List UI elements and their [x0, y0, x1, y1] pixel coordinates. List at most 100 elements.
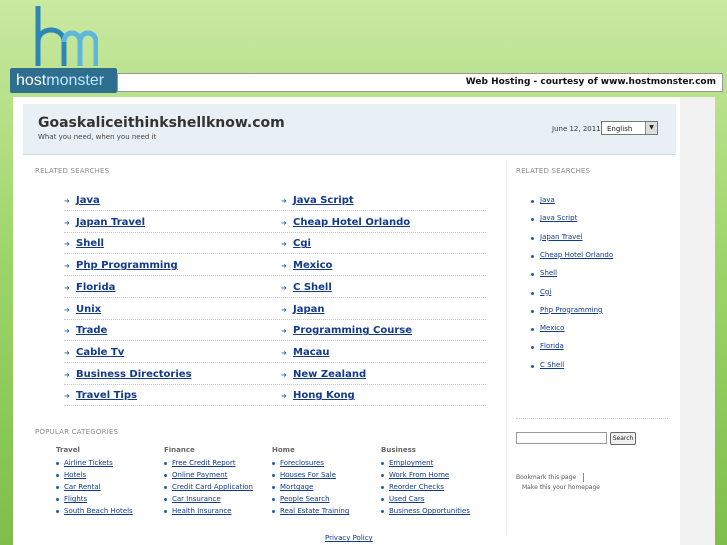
sidebar-link[interactable]: Php Programming — [540, 306, 603, 314]
category-link[interactable]: South Beach Hotels — [64, 507, 133, 515]
category-link[interactable]: Foreclosures — [280, 459, 324, 467]
chevron-down-icon[interactable]: ▼ — [645, 122, 657, 134]
sidebar-related-label: RELATED SEARCHES — [516, 167, 591, 175]
arrow-icon: ➜ — [281, 305, 287, 314]
sidebar-divider — [516, 418, 668, 419]
related-link-left[interactable]: Florida — [76, 282, 115, 293]
category-heading: Business — [381, 446, 416, 454]
sidebar-link[interactable]: Java Script — [540, 214, 577, 222]
row-divider — [64, 361, 486, 363]
sidebar-link[interactable]: Florida — [540, 342, 564, 350]
related-link-right[interactable]: C Shell — [293, 282, 332, 293]
arrow-icon: ➜ — [64, 348, 70, 357]
category-link[interactable]: Used Cars — [389, 495, 424, 503]
category-link[interactable]: Car Insurance — [172, 495, 221, 503]
sidebar-link[interactable]: C Shell — [540, 361, 564, 369]
related-link-right[interactable]: New Zealand — [293, 369, 366, 380]
sidebar-link[interactable]: Shell — [540, 269, 557, 277]
category-link[interactable]: People Search — [280, 495, 330, 503]
related-link-right[interactable]: Mexico — [293, 260, 332, 271]
arrow-icon: ➜ — [64, 305, 70, 314]
homepage-link[interactable]: Make this your homepage — [522, 484, 600, 491]
arrow-icon: ➜ — [281, 197, 287, 205]
related-link-right[interactable]: Cheap Hotel Orlando — [293, 217, 410, 228]
arrow-icon: ➜ — [64, 262, 70, 271]
related-link-right[interactable]: Cgi — [293, 238, 311, 249]
arrow-icon: ➜ — [64, 240, 70, 249]
bookmark-link[interactable]: Bookmark this page — [516, 474, 576, 481]
bullet-icon — [531, 254, 534, 258]
sidebar-link[interactable]: Cgi — [540, 288, 551, 296]
header: hostmonster Web Hosting - courtesy of ww… — [0, 0, 727, 97]
category-link[interactable]: Free Credit Report — [172, 459, 236, 467]
logo-monster-text: monster — [46, 72, 105, 89]
related-link-left[interactable]: Japan Travel — [76, 217, 145, 228]
bullet-icon — [381, 462, 384, 465]
category-link[interactable]: Health Insurance — [172, 507, 232, 515]
category-link[interactable]: Houses For Sale — [280, 471, 336, 479]
arrow-icon: ➜ — [64, 197, 70, 205]
hosting-banner[interactable]: Web Hosting - courtesy of www.hostmonste… — [117, 73, 723, 92]
category-link[interactable]: Car Rental — [64, 483, 101, 491]
category-link[interactable]: Reorder Checks — [389, 483, 444, 491]
arrow-icon: ➜ — [64, 370, 70, 379]
arrow-icon: ➜ — [64, 327, 70, 336]
category-link[interactable]: Credit Card Application — [172, 483, 253, 491]
separator — [583, 473, 584, 482]
related-link-left[interactable]: Php Programming — [76, 260, 178, 271]
category-link[interactable]: Airline Tickets — [64, 459, 113, 467]
bullet-icon — [56, 462, 59, 465]
content-panel — [13, 97, 715, 545]
logo-host-text: host — [16, 72, 47, 89]
search-button[interactable]: Search — [610, 432, 636, 445]
row-divider — [64, 405, 486, 407]
category-link[interactable]: Work From Home — [389, 471, 449, 479]
row-divider — [64, 340, 486, 342]
row-divider — [64, 210, 486, 211]
related-link-right[interactable]: Hong Kong — [293, 390, 355, 401]
sidebar-link[interactable]: Japan Travel — [540, 233, 583, 241]
row-divider — [64, 318, 486, 320]
arrow-icon: ➜ — [281, 240, 287, 249]
search-input[interactable] — [516, 432, 607, 444]
site-subtitle: What you need, when you need it — [38, 133, 157, 141]
category-link[interactable]: Real Estate Training — [280, 507, 349, 515]
sidebar-link[interactable]: Mexico — [540, 324, 564, 332]
arrow-icon: ➜ — [64, 392, 70, 401]
category-link[interactable]: Business Opportunities — [389, 507, 470, 515]
hostmonster-logo[interactable]: hostmonster — [10, 68, 117, 93]
arrow-icon: ➜ — [281, 348, 287, 357]
privacy-policy-link[interactable]: Privacy Policy — [325, 534, 373, 542]
sidebar-link[interactable]: Cheap Hotel Orlando — [540, 251, 613, 259]
related-link-right[interactable]: Java Script — [293, 195, 354, 206]
related-link-left[interactable]: Trade — [76, 325, 107, 336]
date-text: June 12, 2011 — [552, 125, 601, 133]
category-heading: Finance — [164, 446, 195, 454]
category-link[interactable]: Flights — [64, 495, 87, 503]
related-link-left[interactable]: Cable Tv — [76, 347, 124, 358]
language-select[interactable]: English ▼ — [601, 121, 658, 135]
category-link[interactable]: Employment — [389, 459, 433, 467]
related-link-left[interactable]: Shell — [76, 238, 104, 249]
category-link[interactable]: Hotels — [64, 471, 86, 479]
related-link-left[interactable]: Travel Tips — [76, 390, 137, 401]
related-link-right[interactable]: Japan — [293, 304, 325, 315]
bullet-icon — [531, 236, 534, 240]
row-divider — [64, 296, 486, 298]
related-link-left[interactable]: Business Directories — [76, 369, 192, 380]
popular-categories-label: POPULAR CATEGORIES — [35, 428, 119, 436]
category-link[interactable]: Mortgage — [280, 483, 313, 491]
site-title: Goaskaliceithinkshellknow.com — [38, 115, 285, 131]
right-strip — [680, 97, 715, 545]
row-divider — [64, 275, 486, 277]
related-link-left[interactable]: Java — [76, 195, 100, 206]
category-link[interactable]: Online Payment — [172, 471, 227, 479]
related-link-right[interactable]: Macau — [293, 347, 330, 358]
related-link-right[interactable]: Programming Course — [293, 325, 412, 336]
sidebar-link[interactable]: Java — [540, 196, 555, 204]
bullet-icon — [531, 364, 534, 368]
category-heading: Home — [272, 446, 295, 454]
arrow-icon: ➜ — [281, 262, 287, 271]
arrow-icon: ➜ — [281, 327, 287, 336]
related-link-left[interactable]: Unix — [76, 304, 101, 315]
